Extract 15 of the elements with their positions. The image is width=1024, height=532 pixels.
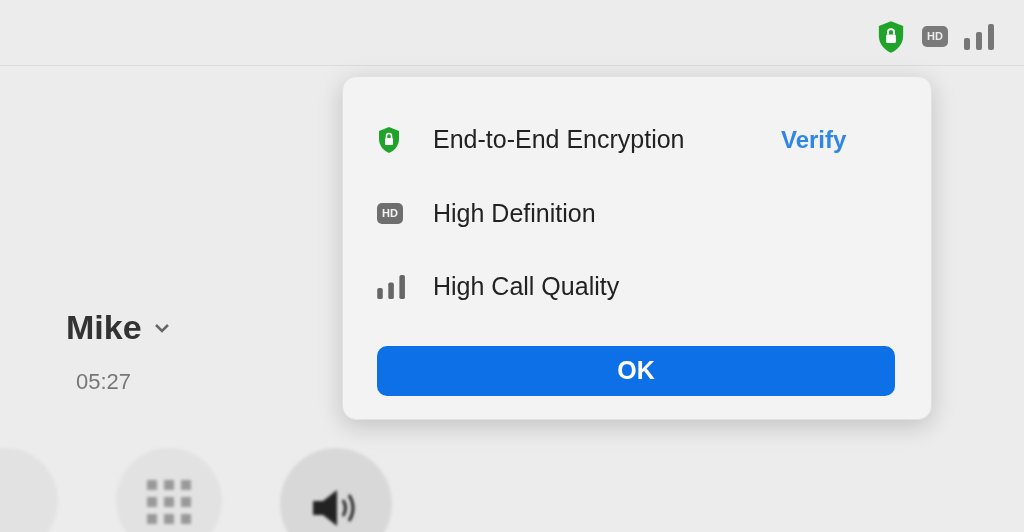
hd-badge: HD xyxy=(377,203,403,224)
caller-name: Mike xyxy=(66,307,142,348)
call-duration: 05:27 xyxy=(76,368,132,396)
signal-icon[interactable] xyxy=(964,23,996,50)
hd-badge[interactable]: HD xyxy=(922,26,948,47)
ok-button[interactable]: OK xyxy=(377,345,895,396)
keypad-icon xyxy=(147,480,191,524)
verify-link[interactable]: Verify xyxy=(781,121,847,158)
signal-icon xyxy=(377,274,407,299)
row-label: End-to-End Encryption xyxy=(433,124,686,155)
chevron-icon[interactable] xyxy=(153,322,170,333)
row-label: High Call Quality xyxy=(433,271,621,302)
shield-icon xyxy=(377,125,401,154)
row-label: High Definition xyxy=(433,197,597,229)
speaker-button[interactable] xyxy=(280,448,392,532)
